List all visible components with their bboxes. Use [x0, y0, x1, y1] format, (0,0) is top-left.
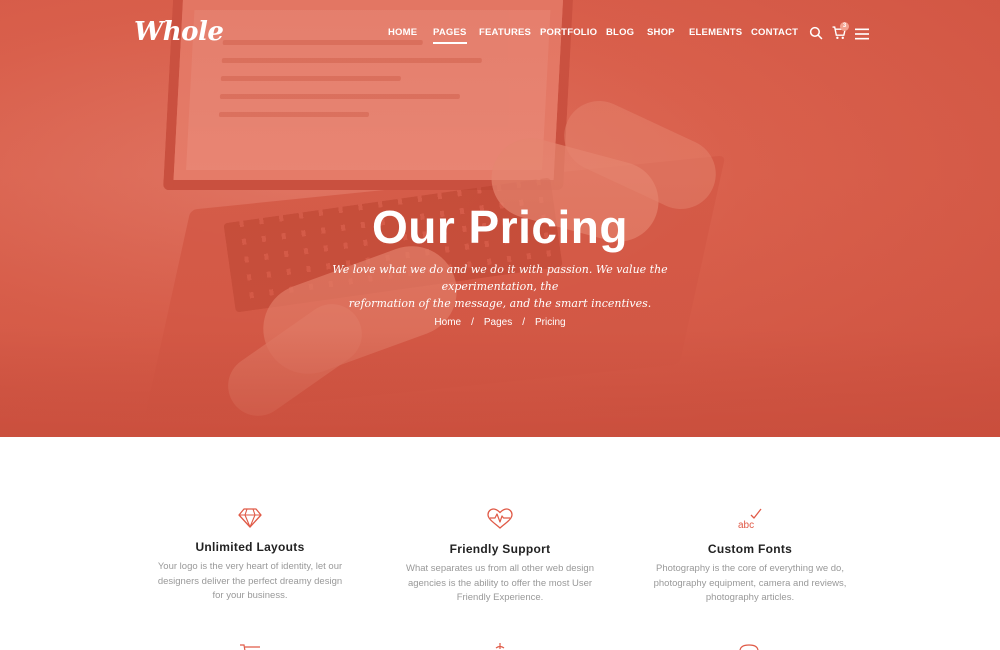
feature-description-line: Photography is the core of everything we…: [655, 563, 844, 574]
cart-count-badge: 3: [840, 22, 849, 31]
cart-icon: [240, 644, 260, 650]
breadcrumb-separator: /: [522, 317, 526, 328]
breadcrumb-current: Pricing: [535, 317, 566, 328]
nav-elements[interactable]: ELEMENTS: [689, 27, 742, 38]
feature-description-line: What separates us from all other web des…: [406, 563, 594, 574]
nav-pages[interactable]: PAGES: [433, 27, 467, 44]
feature-title: Unlimited Layouts: [195, 540, 305, 554]
feature-description-line: agencies is the ability to offer the mos…: [407, 577, 593, 589]
nav-home[interactable]: HOME: [388, 27, 417, 38]
diamond-icon: [238, 508, 262, 528]
features-section: Unlimited Layouts Your logo is the very …: [0, 437, 1000, 650]
hero-banner: Whole HOME PAGES FEATURES PORTFOLIO BLOG…: [0, 0, 1000, 437]
feature-description-line: for your business.: [212, 590, 288, 601]
hero-subtitle: We love what we do and we do it with pas…: [300, 261, 700, 312]
nav-shop[interactable]: SHOP: [647, 27, 675, 38]
search-icon[interactable]: [809, 26, 823, 40]
feature-description-line: Friendly Experience.: [456, 592, 544, 603]
nav-contact[interactable]: CONTACT: [751, 27, 798, 38]
feature-card: Friendly Support What separates us from …: [390, 508, 610, 606]
top-navigation: Whole HOME PAGES FEATURES PORTFOLIO BLOG…: [0, 0, 1000, 64]
feature-card: abc Custom Fonts Photography is the core…: [640, 508, 860, 606]
breadcrumb: Home / Pages / Pricing: [0, 317, 1000, 328]
feature-description: Photography is the core of everything we…: [640, 562, 860, 606]
heartbeat-icon: [487, 508, 513, 529]
feature-title: Custom Fonts: [707, 542, 793, 556]
feature-description: What separates us from all other web des…: [390, 562, 610, 606]
page-title: Our Pricing: [372, 201, 628, 253]
breadcrumb-home[interactable]: Home: [434, 317, 461, 328]
hero-subtitle-line: We love what we do and we do it with pas…: [332, 263, 668, 293]
feature-description-line: Your logo is the very heart of identity,…: [157, 561, 343, 572]
feature-title: Friendly Support: [449, 542, 551, 556]
feature-description: Your logo is the very heart of identity,…: [140, 560, 360, 604]
brand-logo[interactable]: Whole: [134, 17, 224, 47]
breadcrumb-separator: /: [471, 317, 474, 328]
nav-features[interactable]: FEATURES: [479, 27, 531, 38]
feature-description-line: photography equipment, camera and review…: [653, 577, 847, 589]
chat-icon: [739, 644, 759, 650]
nav-portfolio[interactable]: PORTFOLIO: [540, 27, 597, 38]
hamburger-menu-icon[interactable]: [855, 27, 869, 41]
feature-description-line: designers deliver the perfect dreamy des…: [157, 575, 343, 587]
settings-icon: [495, 643, 505, 649]
abc-check-icon: abc: [738, 508, 762, 530]
feature-card: Unlimited Layouts Your logo is the very …: [140, 508, 360, 604]
feature-description-line: photography articles.: [705, 592, 795, 603]
breadcrumb-pages[interactable]: Pages: [484, 317, 512, 328]
svg-text:abc: abc: [738, 520, 754, 530]
nav-blog[interactable]: BLOG: [606, 27, 634, 38]
hero-subtitle-line: reformation of the message, and the smar…: [348, 297, 652, 310]
